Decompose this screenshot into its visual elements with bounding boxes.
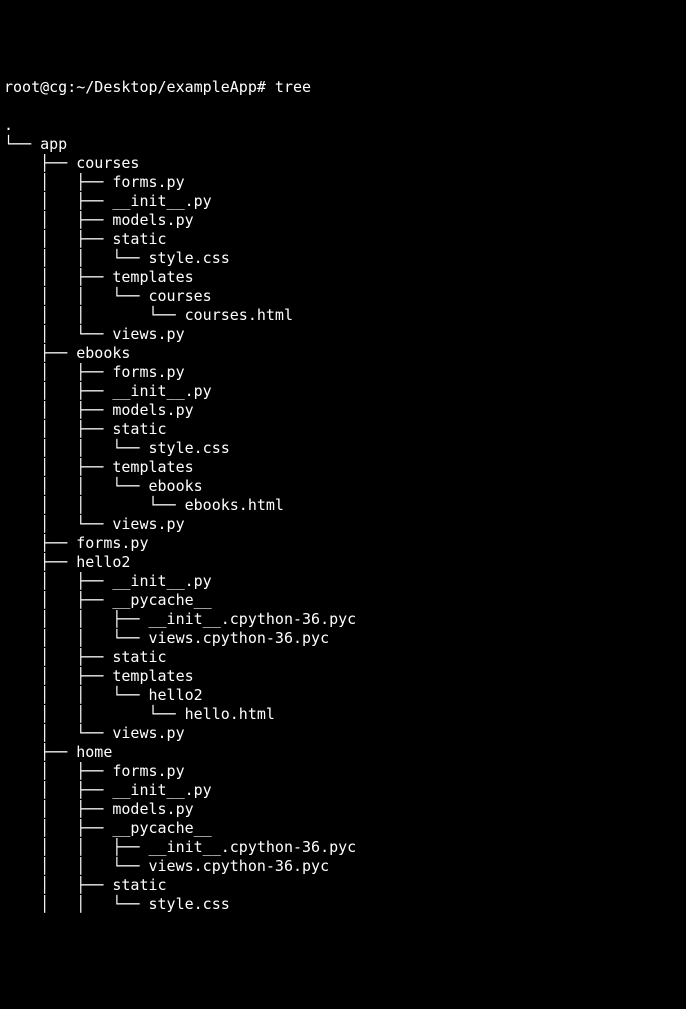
tree-line: └── app (4, 135, 682, 154)
tree-line: │ │ └── courses (4, 287, 682, 306)
tree-line: │ ├── static (4, 420, 682, 439)
tree-line: │ ├── forms.py (4, 173, 682, 192)
tree-line: │ ├── __pycache__ (4, 819, 682, 838)
tree-line: ├── forms.py (4, 534, 682, 553)
tree-line: │ ├── static (4, 230, 682, 249)
tree-line: ├── courses (4, 154, 682, 173)
tree-command-output: .└── app ├── courses │ ├── forms.py │ ├─… (4, 116, 682, 914)
tree-line: │ ├── __init__.py (4, 572, 682, 591)
tree-line: │ ├── static (4, 876, 682, 895)
tree-line: ├── hello2 (4, 553, 682, 572)
tree-line: │ ├── templates (4, 458, 682, 477)
tree-line: │ │ └── ebooks.html (4, 496, 682, 515)
tree-line: │ ├── forms.py (4, 363, 682, 382)
tree-line: │ ├── __init__.py (4, 192, 682, 211)
tree-line: │ ├── __pycache__ (4, 591, 682, 610)
tree-line: │ └── views.py (4, 515, 682, 534)
tree-line: │ ├── models.py (4, 401, 682, 420)
tree-line: │ ├── __init__.py (4, 781, 682, 800)
tree-line: │ └── views.py (4, 724, 682, 743)
tree-line: │ ├── __init__.py (4, 382, 682, 401)
tree-line: │ │ └── views.cpython-36.pyc (4, 857, 682, 876)
terminal-prompt-line: root@cg:~/Desktop/exampleApp# tree (4, 78, 682, 97)
tree-line: │ │ └── style.css (4, 895, 682, 914)
tree-line: │ ├── templates (4, 667, 682, 686)
tree-line: │ ├── models.py (4, 211, 682, 230)
tree-line: ├── ebooks (4, 344, 682, 363)
tree-line: │ ├── templates (4, 268, 682, 287)
tree-line: │ │ └── style.css (4, 249, 682, 268)
tree-line: │ ├── forms.py (4, 762, 682, 781)
tree-line: │ │ └── style.css (4, 439, 682, 458)
tree-line: │ ├── static (4, 648, 682, 667)
tree-line: │ │ └── ebooks (4, 477, 682, 496)
tree-line: │ │ └── hello2 (4, 686, 682, 705)
tree-line: │ │ └── courses.html (4, 306, 682, 325)
tree-line: │ │ └── hello.html (4, 705, 682, 724)
tree-line: │ └── views.py (4, 325, 682, 344)
tree-line: │ │ ├── __init__.cpython-36.pyc (4, 610, 682, 629)
tree-line: │ │ ├── __init__.cpython-36.pyc (4, 838, 682, 857)
tree-line: . (4, 116, 682, 135)
tree-line: ├── home (4, 743, 682, 762)
tree-line: │ │ └── views.cpython-36.pyc (4, 629, 682, 648)
tree-line: │ ├── models.py (4, 800, 682, 819)
